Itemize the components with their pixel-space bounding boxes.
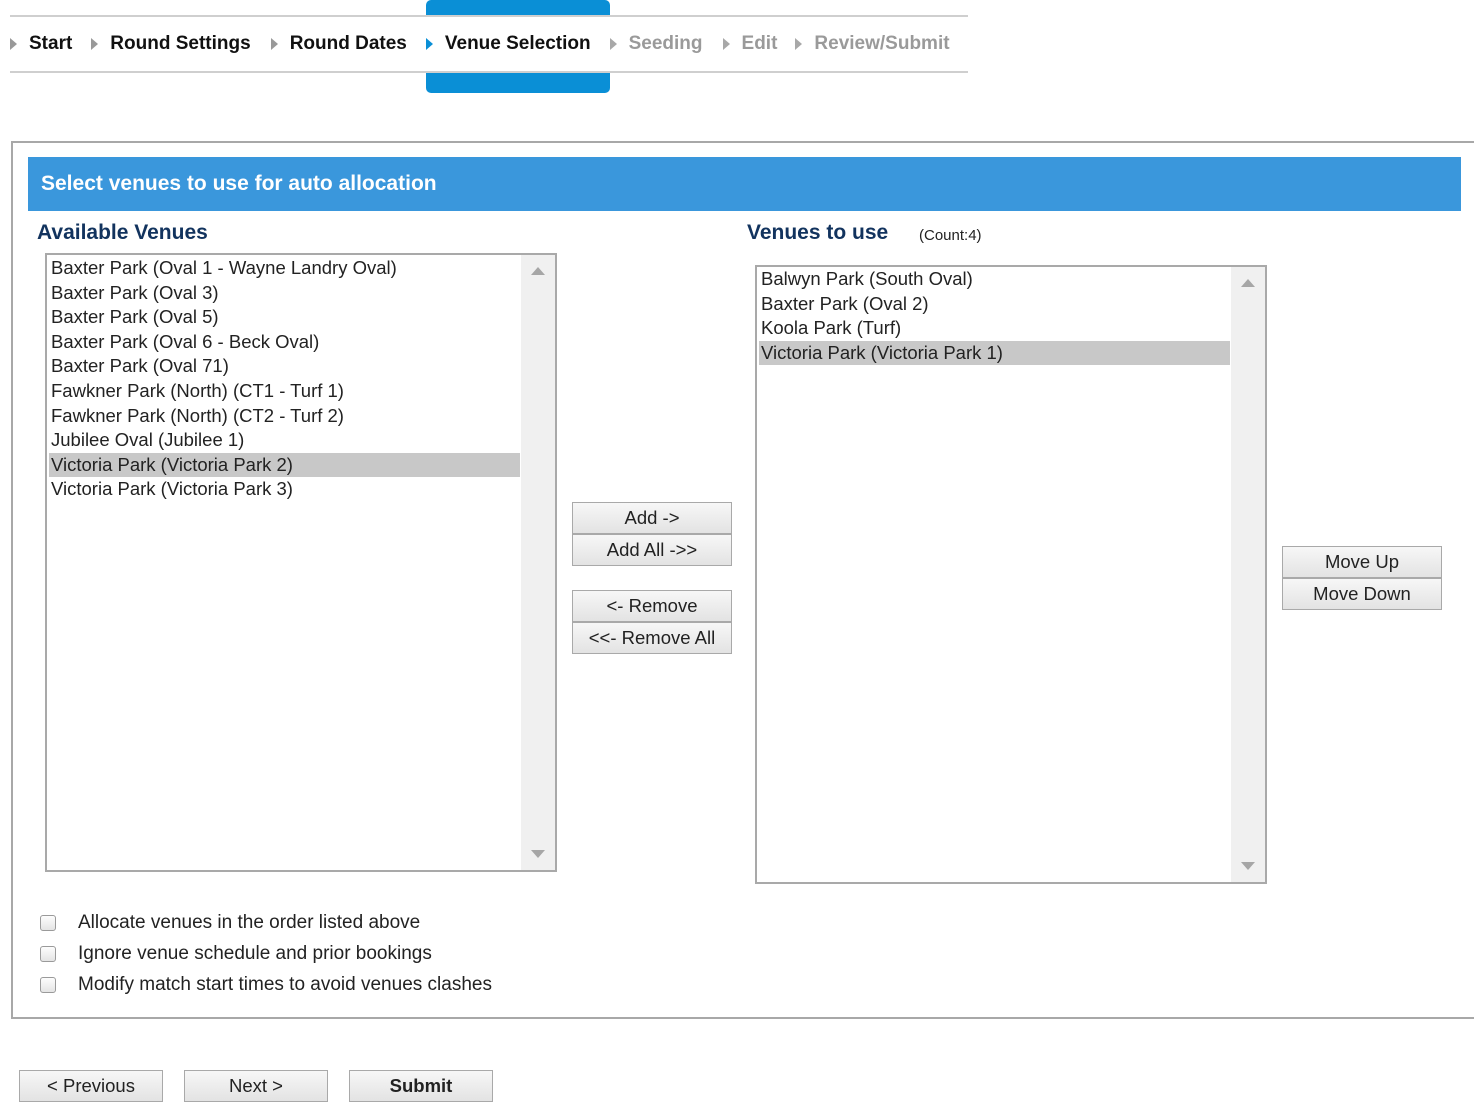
wizard-step-label: Round Dates bbox=[289, 33, 407, 54]
wizard-step: Seeding bbox=[609, 17, 703, 71]
list-item[interactable]: Baxter Park (Oval 3) bbox=[49, 281, 520, 306]
list-item[interactable]: Baxter Park (Oval 1 - Wayne Landry Oval) bbox=[49, 256, 520, 281]
step-arrow-icon bbox=[795, 38, 803, 50]
wizard-step: Edit bbox=[722, 17, 778, 71]
wizard-step-label: Round Settings bbox=[110, 33, 251, 54]
modify-start-times-checkbox[interactable] bbox=[40, 977, 56, 993]
scroll-up-arrow-icon[interactable] bbox=[531, 267, 545, 275]
panel-header: Select venues to use for auto allocation bbox=[28, 157, 1461, 211]
wizard-step-label: Edit bbox=[741, 33, 778, 54]
wizard-step-list: Start Round Settings Round Dates Venue Sele… bbox=[10, 17, 950, 71]
submit-button[interactable]: Submit bbox=[349, 1070, 493, 1102]
allocate-in-order-label: Allocate venues in the order listed abov… bbox=[78, 912, 421, 933]
list-item[interactable]: Victoria Park (Victoria Park 1) bbox=[759, 340, 1230, 366]
ignore-schedule-label: Ignore venue schedule and prior bookings bbox=[78, 943, 432, 964]
option-modify-start-times[interactable]: Modify match start times to avoid venues… bbox=[40, 974, 492, 996]
wizard-step-label: Start bbox=[29, 33, 73, 54]
list-item[interactable]: Balwyn Park (South Oval) bbox=[759, 267, 1230, 292]
list-item[interactable]: Baxter Park (Oval 6 - Beck Oval) bbox=[49, 330, 520, 355]
step-arrow-icon bbox=[270, 38, 278, 50]
available-venues-items: Baxter Park (Oval 1 - Wayne Landry Oval)… bbox=[49, 256, 520, 502]
wizard-step: Review/Submit bbox=[795, 17, 950, 71]
wizard-step-label: Venue Selection bbox=[444, 33, 591, 54]
option-ignore-schedule[interactable]: Ignore venue schedule and prior bookings bbox=[40, 943, 432, 965]
allocate-in-order-checkbox[interactable] bbox=[40, 915, 56, 931]
move-down-button[interactable]: Move Down bbox=[1282, 578, 1442, 610]
available-venues-title: Available Venues bbox=[37, 221, 208, 244]
list-item[interactable]: Fawkner Park (North) (CT2 - Turf 2) bbox=[49, 404, 520, 429]
remove-button[interactable]: <- Remove bbox=[572, 590, 732, 622]
step-arrow-icon bbox=[609, 38, 617, 50]
add-all-button[interactable]: Add All ->> bbox=[572, 534, 732, 566]
list-item[interactable]: Fawkner Park (North) (CT1 - Turf 1) bbox=[49, 379, 520, 404]
wizard-step-label: Review/Submit bbox=[814, 33, 950, 54]
ignore-schedule-checkbox[interactable] bbox=[40, 946, 56, 962]
venues-to-use-items: Balwyn Park (South Oval) Baxter Park (Ova… bbox=[759, 267, 1230, 366]
move-up-button[interactable]: Move Up bbox=[1282, 546, 1442, 578]
step-arrow-icon bbox=[425, 38, 433, 50]
option-allocate-in-order[interactable]: Allocate venues in the order listed abov… bbox=[40, 912, 420, 934]
wizard-step[interactable]: Round Dates bbox=[270, 17, 407, 71]
remove-all-button[interactable]: <<- Remove All bbox=[572, 622, 732, 654]
scroll-down-arrow-icon[interactable] bbox=[1241, 862, 1255, 870]
list-item[interactable]: Victoria Park (Victoria Park 3) bbox=[49, 477, 520, 502]
venues-to-use-list[interactable]: Balwyn Park (South Oval) Baxter Park (Ova… bbox=[755, 265, 1267, 884]
wizard-step[interactable]: Start bbox=[10, 17, 72, 71]
venues-to-use-title: Venues to use bbox=[747, 221, 889, 244]
list-item[interactable]: Baxter Park (Oval 71) bbox=[49, 354, 520, 379]
venue-count: (Count:4) bbox=[919, 227, 982, 244]
scroll-down-arrow-icon[interactable] bbox=[531, 850, 545, 858]
list-item[interactable]: Victoria Park (Victoria Park 2) bbox=[49, 452, 520, 478]
list-item[interactable]: Koola Park (Turf) bbox=[759, 316, 1230, 341]
available-list-scrollbar[interactable] bbox=[521, 255, 555, 870]
add-button[interactable]: Add -> bbox=[572, 502, 732, 534]
wizard-steps: Start Round Settings Round Dates Venue Sele… bbox=[0, 0, 970, 95]
selected-list-scrollbar[interactable] bbox=[1231, 267, 1265, 882]
available-venues-list[interactable]: Baxter Park (Oval 1 - Wayne Landry Oval)… bbox=[45, 253, 557, 872]
wizard-step[interactable]: Round Settings bbox=[91, 17, 251, 71]
modify-start-times-label: Modify match start times to avoid venues… bbox=[78, 974, 492, 995]
scroll-up-arrow-icon[interactable] bbox=[1241, 279, 1255, 287]
step-arrow-icon bbox=[722, 38, 730, 50]
next-button[interactable]: Next > bbox=[184, 1070, 328, 1102]
list-item[interactable]: Baxter Park (Oval 5) bbox=[49, 305, 520, 330]
list-item[interactable]: Jubilee Oval (Jubilee 1) bbox=[49, 428, 520, 453]
step-arrow-icon bbox=[91, 38, 99, 50]
previous-button[interactable]: < Previous bbox=[19, 1070, 163, 1102]
wizard-step-label: Seeding bbox=[628, 33, 703, 54]
step-arrow-icon bbox=[10, 38, 17, 50]
wizard-step[interactable]: Venue Selection bbox=[425, 17, 591, 71]
wizard-bottom-divider bbox=[10, 71, 968, 73]
list-item[interactable]: Baxter Park (Oval 2) bbox=[759, 292, 1230, 317]
